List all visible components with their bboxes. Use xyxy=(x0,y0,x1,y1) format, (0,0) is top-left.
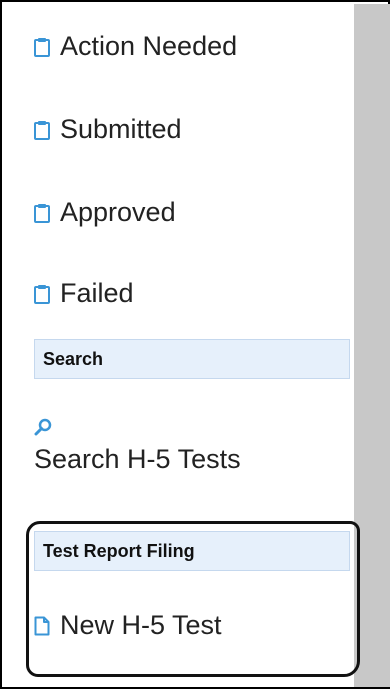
section-header-label: Search xyxy=(43,348,104,369)
search-h5-tests-link[interactable]: Search H-5 Tests xyxy=(34,418,241,475)
sidebar-item-label: Approved xyxy=(60,197,176,227)
clipboard-icon xyxy=(34,37,50,57)
sidebar-item-label: New H-5 Test xyxy=(60,610,222,640)
magnifier-icon xyxy=(34,418,241,436)
sidebar: Action Needed Submitted Approved Failed … xyxy=(4,4,353,687)
sidebar-item-label: Failed xyxy=(60,278,134,308)
new-h5-test-link[interactable]: New H-5 Test xyxy=(34,610,222,641)
clipboard-icon xyxy=(34,203,50,223)
content-pane xyxy=(354,4,390,687)
screenshot-frame: Action Needed Submitted Approved Failed … xyxy=(0,0,390,689)
sidebar-item-action-needed[interactable]: Action Needed xyxy=(34,31,237,62)
sidebar-item-failed[interactable]: Failed xyxy=(34,278,134,309)
search-link-label: Search H-5 Tests xyxy=(34,444,241,474)
test-report-filing-header: Test Report Filing xyxy=(34,531,350,571)
section-header-label: Test Report Filing xyxy=(43,540,195,561)
document-icon xyxy=(34,616,50,636)
clipboard-icon xyxy=(34,284,50,304)
sidebar-item-approved[interactable]: Approved xyxy=(34,197,176,228)
sidebar-item-submitted[interactable]: Submitted xyxy=(34,114,182,145)
clipboard-icon xyxy=(34,120,50,140)
sidebar-item-label: Action Needed xyxy=(60,31,238,61)
sidebar-item-label: Submitted xyxy=(60,114,182,144)
search-section-header: Search xyxy=(34,339,350,379)
